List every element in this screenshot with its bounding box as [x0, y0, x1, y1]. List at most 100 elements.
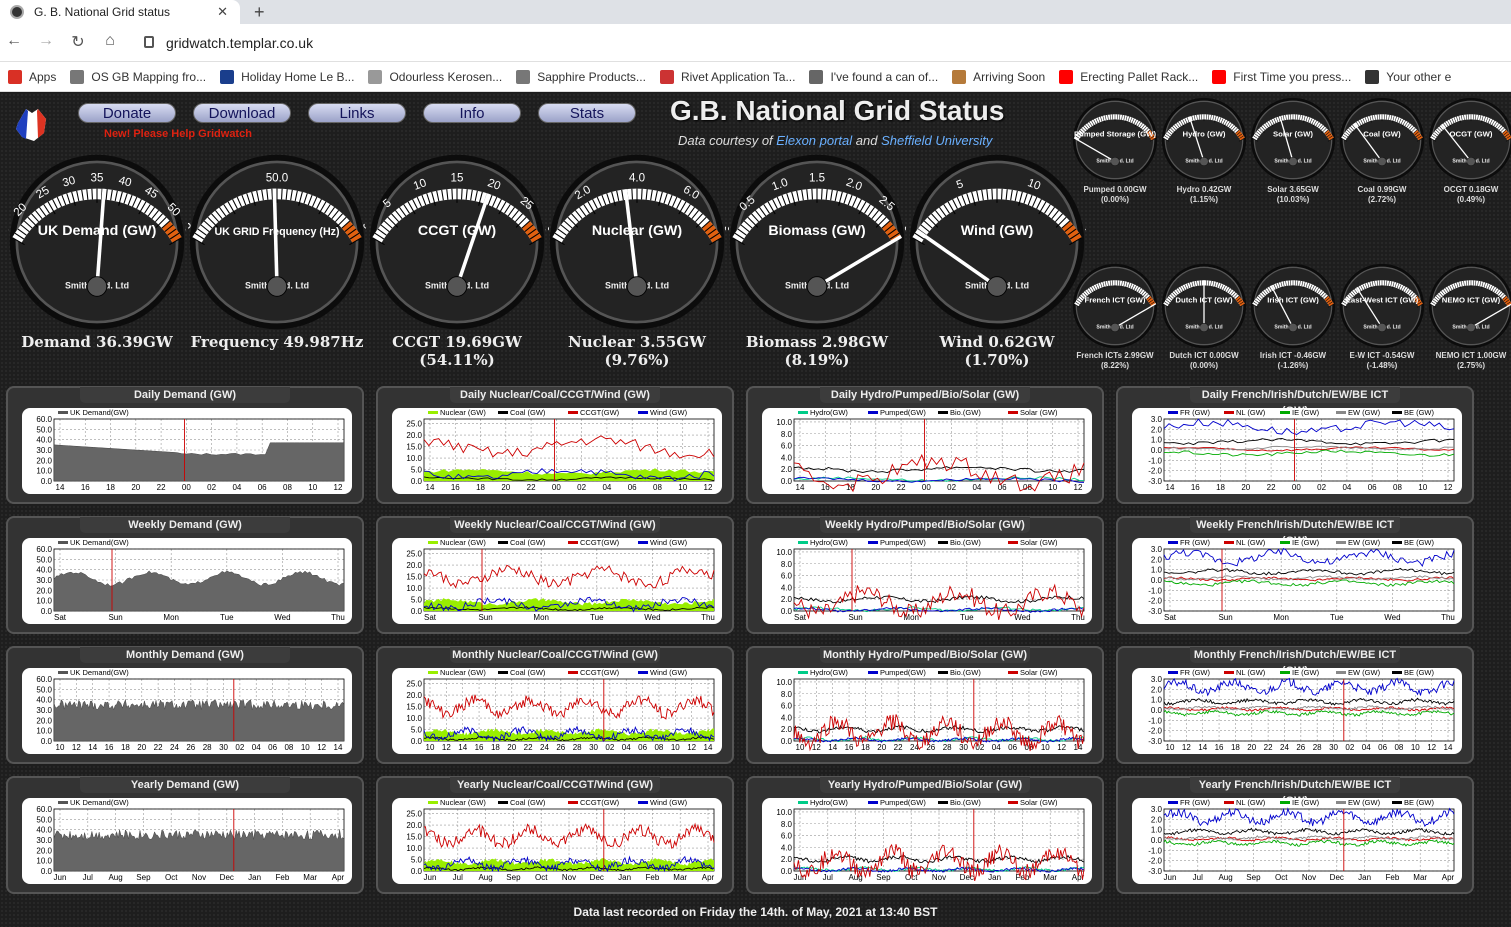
gauge-face [735, 160, 899, 324]
legend-label: UK Demand(GW) [70, 798, 129, 807]
chart-x-tick-label: 04 [992, 743, 1001, 752]
donate-button[interactable]: Donate [78, 103, 176, 123]
chart-y-tick-label: -3.0 [1148, 607, 1162, 616]
chart-x-tick-label: 10 [1418, 483, 1427, 492]
chart-plot-area: 3.0 2.0 1.0 0.0 -1.0 -2.0 -3.0 Sat Sun Mon Tue Wed T… [1132, 538, 1462, 624]
legend-swatch [1224, 541, 1234, 544]
gauge-tick-label: 0 [368, 227, 370, 239]
chart-x-tick-label: 10 [1041, 743, 1050, 752]
chart-x-tick-label: 18 [121, 743, 130, 752]
gauge-tick [1001, 188, 1003, 200]
chart-panel-title: Monthly French/Irish/Dutch/EW/BE ICT (GW… [1190, 647, 1400, 677]
chart-plot-area: 10.0 8.0 6.0 4.0 2.0 0.0 Jun Jul Aug Sep Oct Nov Dec… [762, 798, 1092, 884]
series-line [793, 583, 1085, 620]
bookmark-item[interactable]: OS GB Mapping fro... [70, 69, 206, 84]
bookmark-item[interactable]: Rivet Application Ta... [659, 69, 795, 84]
legend-label: NL (GW) [1236, 538, 1266, 547]
youtube-icon [1059, 69, 1074, 84]
chart-x-tick-label: 14 [458, 743, 467, 752]
legend-swatch [428, 541, 438, 544]
chart-panel-title: Weekly Demand (GW) [80, 517, 290, 533]
small-gauge-percentage: (-1.26%) [1277, 361, 1309, 370]
home-icon[interactable]: ⌂ [100, 32, 120, 50]
close-tab-icon[interactable]: ✕ [217, 4, 228, 20]
legend-swatch [938, 801, 948, 804]
bookmark-item[interactable]: Apps [8, 69, 56, 84]
new-tab-icon[interactable]: + [254, 0, 265, 24]
legend-label: Pumped(GW) [880, 668, 926, 677]
reload-icon[interactable]: ↻ [68, 32, 88, 52]
chart-y-tick-label: 20.0 [406, 821, 422, 830]
elexon-link[interactable]: Elexon portal [776, 133, 852, 148]
legend-label: Wind (GW) [650, 798, 688, 807]
chart-x-tick-label: 22 [527, 483, 536, 492]
chart-y-tick-label: -1.0 [1148, 716, 1162, 725]
legend-label: Hydro(GW) [810, 668, 848, 677]
chart-x-tick-label: 10 [1411, 743, 1420, 752]
chart-x-tick-label: 02 [605, 743, 614, 752]
address-bar[interactable]: gridwatch.templar.co.uk [166, 35, 313, 51]
legend-label: NL (GW) [1236, 668, 1266, 677]
forward-icon[interactable]: → [36, 32, 56, 50]
bookmark-item[interactable]: I've found a can of... [809, 69, 938, 84]
chart-x-tick-label: 08 [653, 483, 662, 492]
chart-y-tick-label: 30.0 [36, 706, 52, 715]
info-button[interactable]: Info [423, 103, 521, 123]
chart-x-tick-label: Sat [54, 613, 67, 622]
chart-panel: Monthly Demand (GW) 60.0 50.0 40.0 30.0 20.0 1… [6, 646, 364, 764]
chart-x-tick-label: 26 [1296, 743, 1305, 752]
help-gridwatch-link[interactable]: New! Please Help Gridwatch [104, 128, 252, 140]
bookmark-item[interactable]: Sapphire Products... [516, 69, 646, 84]
back-icon[interactable]: ← [4, 32, 24, 50]
chart-y-tick-label: 30.0 [36, 446, 52, 455]
bookmark-item[interactable]: Arriving Soon [952, 69, 1045, 84]
legend-swatch [938, 541, 948, 544]
series-line [1163, 547, 1455, 567]
chart-x-tick-label: Mar [303, 873, 317, 882]
links-button[interactable]: Links [308, 103, 406, 123]
bookmark-item[interactable]: Your other e [1365, 69, 1451, 84]
chart-x-tick-label: 16 [105, 743, 114, 752]
sheffield-link[interactable]: Sheffield University [881, 133, 992, 148]
chart-x-tick-label: 14 [334, 743, 343, 752]
chart-x-tick-label: 16 [821, 483, 830, 492]
chart-y-tick-label: 20.0 [406, 431, 422, 440]
chart-y-tick-label: 15.0 [406, 833, 422, 842]
bookmark-item[interactable]: Holiday Home Le B... [220, 69, 354, 84]
small-gauge-dial: East-West ICT (GW)Smiths Ind. Ltd [1339, 263, 1425, 349]
lock-icon[interactable] [144, 36, 154, 48]
bookmark-item[interactable]: Erecting Pallet Rack... [1059, 69, 1198, 84]
bookmarks-bar: Apps OS GB Mapping fro... Holiday Home Le … [0, 62, 1511, 92]
download-button[interactable]: Download [193, 103, 291, 123]
legend-label: FR (GW) [1180, 538, 1210, 547]
chart-x-tick-label: 18 [1231, 743, 1240, 752]
bookmark-item[interactable]: First Time you press... [1212, 69, 1351, 84]
chart-y-tick-label: -1.0 [1148, 456, 1162, 465]
chart-x-tick-label: 10 [308, 483, 317, 492]
chart-svg: 60.050.0 40.030.020.0 10.00.0Jun Jul Aug Sep O… [36, 798, 344, 882]
chart-x-tick-label: Dec [220, 873, 234, 882]
legend-label: Pumped(GW) [880, 798, 926, 807]
gauge-label: Wind (GW) [961, 223, 1034, 239]
stats-button[interactable]: Stats [538, 103, 636, 123]
chart-x-tick-label: 04 [972, 483, 981, 492]
gauge-tick [821, 188, 823, 200]
browser-tab[interactable]: G. B. National Grid status ✕ [0, 0, 240, 24]
gauge-label: OCGT (GW) [1450, 130, 1493, 139]
chart-y-tick-label: 8.0 [781, 820, 793, 829]
legend-label: Solar (GW) [1020, 798, 1058, 807]
chart-svg: 3.02.0 1.00.0-1.0 -2.0-3.0Jun Jul Aug Sep Oct N… [1148, 798, 1454, 882]
small-gauge-percentage: (0.00%) [1189, 361, 1218, 370]
small-gauge-caption: OCGT 0.18GW (0.49%) [1420, 185, 1511, 205]
legend-label: EW (GW) [1348, 798, 1381, 807]
legend-label: EW (GW) [1348, 538, 1381, 547]
chart-x-tick-label: Mar [673, 873, 687, 882]
chart-y-tick-label: 60.0 [36, 545, 52, 554]
legend-swatch [568, 801, 578, 804]
chart-y-tick-label: 0.0 [411, 867, 423, 876]
chart-x-tick-label: 12 [1427, 743, 1436, 752]
chart-x-tick-label: Tue [590, 613, 604, 622]
chart-x-tick-label: 22 [1264, 743, 1273, 752]
chart-x-tick-label: 00 [1292, 483, 1301, 492]
bookmark-item[interactable]: Odourless Kerosen... [368, 69, 502, 84]
